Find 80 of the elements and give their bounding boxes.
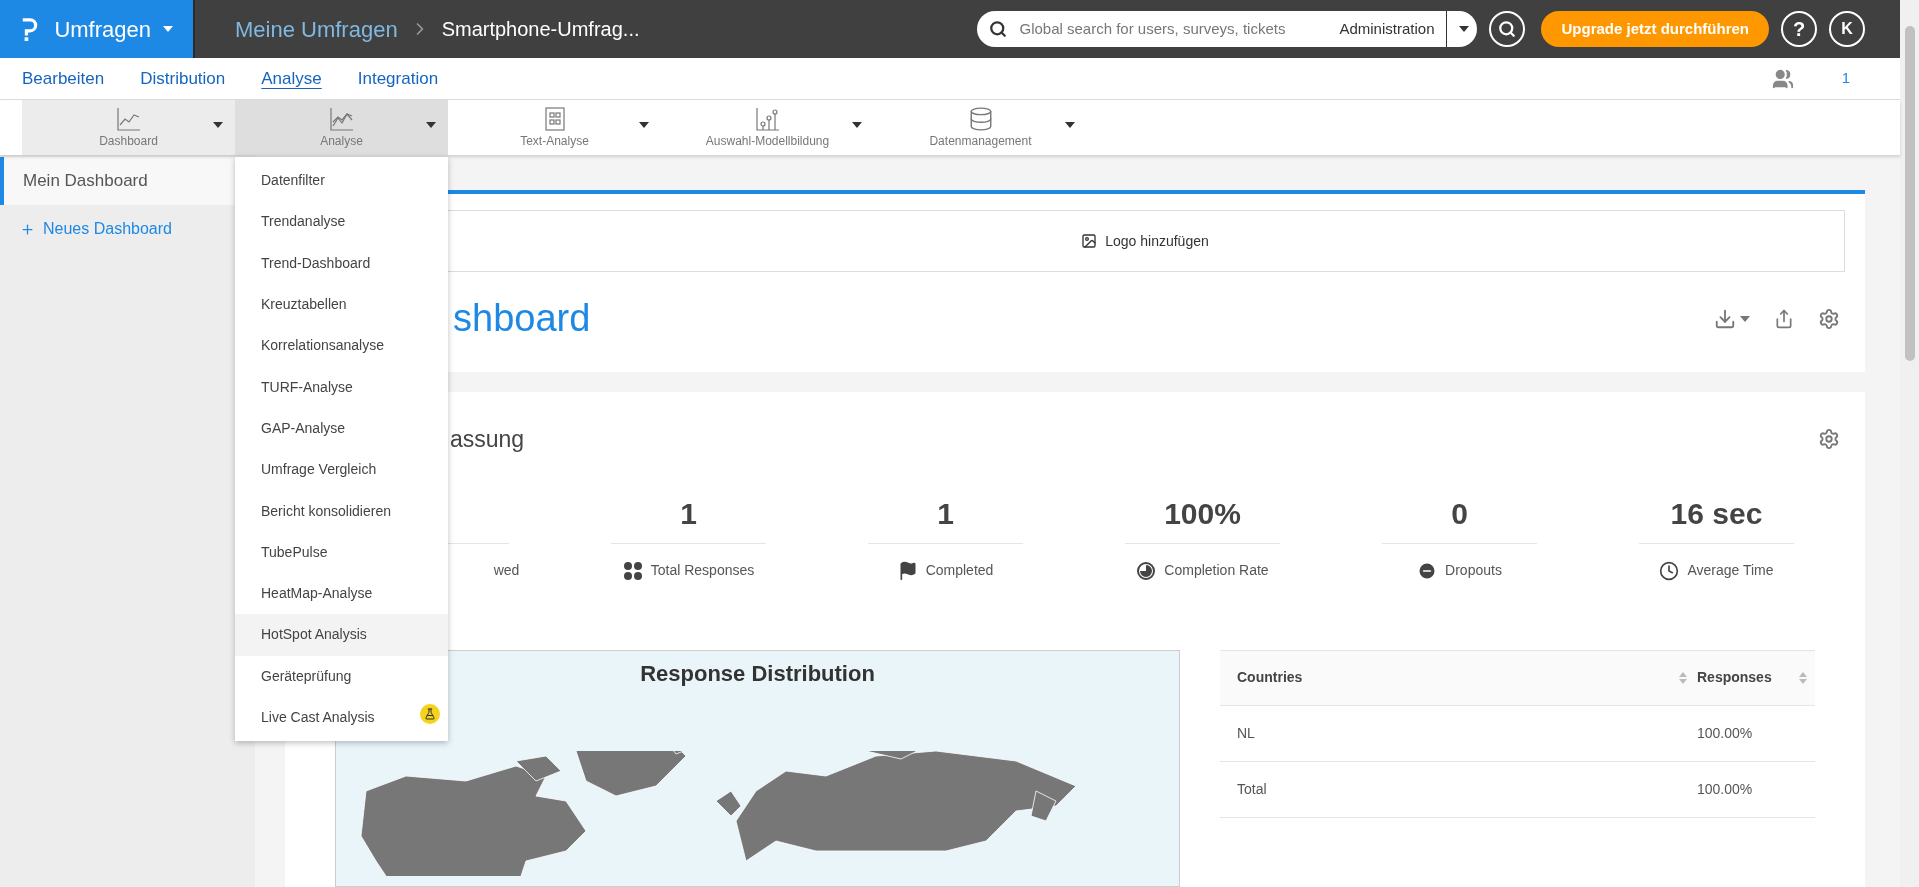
settings-icon: [1818, 428, 1840, 451]
caret-icon: [1065, 122, 1075, 128]
stat-label: Average Time: [1687, 561, 1774, 580]
caret-icon: [1740, 315, 1750, 322]
search-scope: Administration: [1339, 11, 1448, 47]
stat-value: 1: [680, 495, 697, 532]
menu-item[interactable]: Bericht konsolidieren: [235, 490, 448, 532]
avatar-button[interactable]: K: [1829, 11, 1865, 47]
map-title: Response Distribution: [640, 659, 875, 688]
survey-title: Smartphone-Umfrag...: [441, 17, 640, 42]
caret-icon: [639, 122, 649, 128]
stat-label: Dropouts: [1445, 561, 1502, 580]
dots-icon: [622, 560, 643, 581]
nav-tab[interactable]: Analyse: [261, 65, 322, 92]
toolbar-tab[interactable]: Text-Analyse: [448, 100, 661, 155]
search-button[interactable]: [1489, 11, 1526, 47]
line-chart-icon: [328, 105, 355, 132]
menu-item[interactable]: HeatMap-Analyse: [235, 572, 448, 615]
line-chart-icon: [115, 105, 142, 132]
table-cell-text: NL: [1236, 723, 1256, 743]
caret-icon: [852, 122, 862, 128]
caret-icon: [213, 122, 223, 128]
stat-value: 1: [937, 495, 954, 532]
users-icon: [1771, 67, 1794, 90]
member-count: 1: [1841, 68, 1850, 89]
stat-label: Completed: [925, 561, 994, 580]
table-cell-text: Total: [1236, 779, 1268, 799]
menu-item[interactable]: Trendanalyse: [235, 201, 448, 243]
menu-item[interactable]: TubePulse: [235, 531, 448, 573]
minus-circle-icon: [1417, 560, 1438, 581]
stat-label: wed: [493, 561, 520, 580]
column-header[interactable]: Countries: [1237, 667, 1679, 688]
share-icon: [1774, 308, 1794, 329]
menu-item[interactable]: Live Cast Analysis: [235, 696, 448, 739]
menu-item[interactable]: Korrelationsanalyse: [235, 325, 448, 367]
plus-icon: [20, 221, 35, 237]
pie-icon: [1136, 560, 1157, 581]
sort-icon: [1799, 671, 1807, 684]
nav-tab[interactable]: Distribution: [140, 65, 226, 92]
nav-tab[interactable]: Bearbeiten: [22, 65, 105, 92]
search-box[interactable]: Global search for users, surveys, tickets Administration: [977, 11, 1478, 47]
menu-item[interactable]: TURF-Analyse: [235, 366, 448, 408]
stat-label: Completion Rate: [1164, 561, 1269, 580]
search-icon: [989, 20, 1008, 38]
caret-icon: [163, 26, 173, 32]
toolbar-tab[interactable]: Datenmanagement: [874, 100, 1087, 155]
breadcrumb-link[interactable]: Meine Umfragen: [235, 12, 398, 46]
help-button[interactable]: ?: [1781, 11, 1817, 47]
menu-item[interactable]: HotSpot Analysis: [235, 614, 448, 656]
table-cell-text: 100.00%: [1696, 779, 1754, 799]
toolbar-tab[interactable]: Auswahl-Modellbildung: [661, 100, 874, 155]
download-icon: [1714, 307, 1736, 330]
menu-item[interactable]: Kreuztabellen: [235, 283, 448, 326]
menu-item[interactable]: Geräteprüfung: [235, 655, 448, 697]
menu-item[interactable]: Trend-Dashboard: [235, 242, 448, 284]
search-icon: [1498, 20, 1517, 38]
sort-icon: [1679, 671, 1687, 684]
scrollbar[interactable]: [1900, 0, 1919, 887]
stat-value: 0: [1451, 495, 1468, 532]
stat-label: Total Responses: [650, 561, 755, 580]
nav-tab[interactable]: Integration: [357, 65, 439, 92]
caret-icon: [426, 122, 436, 128]
dashboard-title: shboard: [452, 296, 591, 341]
stat-value: 16 sec: [1670, 495, 1763, 532]
logo-icon: [20, 15, 39, 43]
settings-icon: [1818, 307, 1840, 330]
menu-item[interactable]: Datenfilter: [235, 160, 448, 202]
clock-icon: [1659, 560, 1680, 581]
summary-title: assung: [450, 425, 525, 454]
stat-value: 100%: [1164, 495, 1241, 532]
menu-item[interactable]: Umfrage Vergleich: [235, 449, 448, 491]
column-header[interactable]: Responses: [1697, 667, 1799, 688]
scatter-chart-icon: [754, 105, 781, 132]
caret-icon: [1459, 26, 1470, 32]
image-icon: [1081, 233, 1098, 249]
add-logo-button[interactable]: Logo hinzufügen: [445, 210, 1845, 272]
table-cell-text: 100.00%: [1696, 723, 1754, 743]
menu-item[interactable]: GAP-Analyse: [235, 407, 448, 450]
toolbar-tab[interactable]: Dashboard: [22, 100, 235, 155]
search-field[interactable]: Global search for users, surveys, tickets: [1019, 17, 1340, 41]
